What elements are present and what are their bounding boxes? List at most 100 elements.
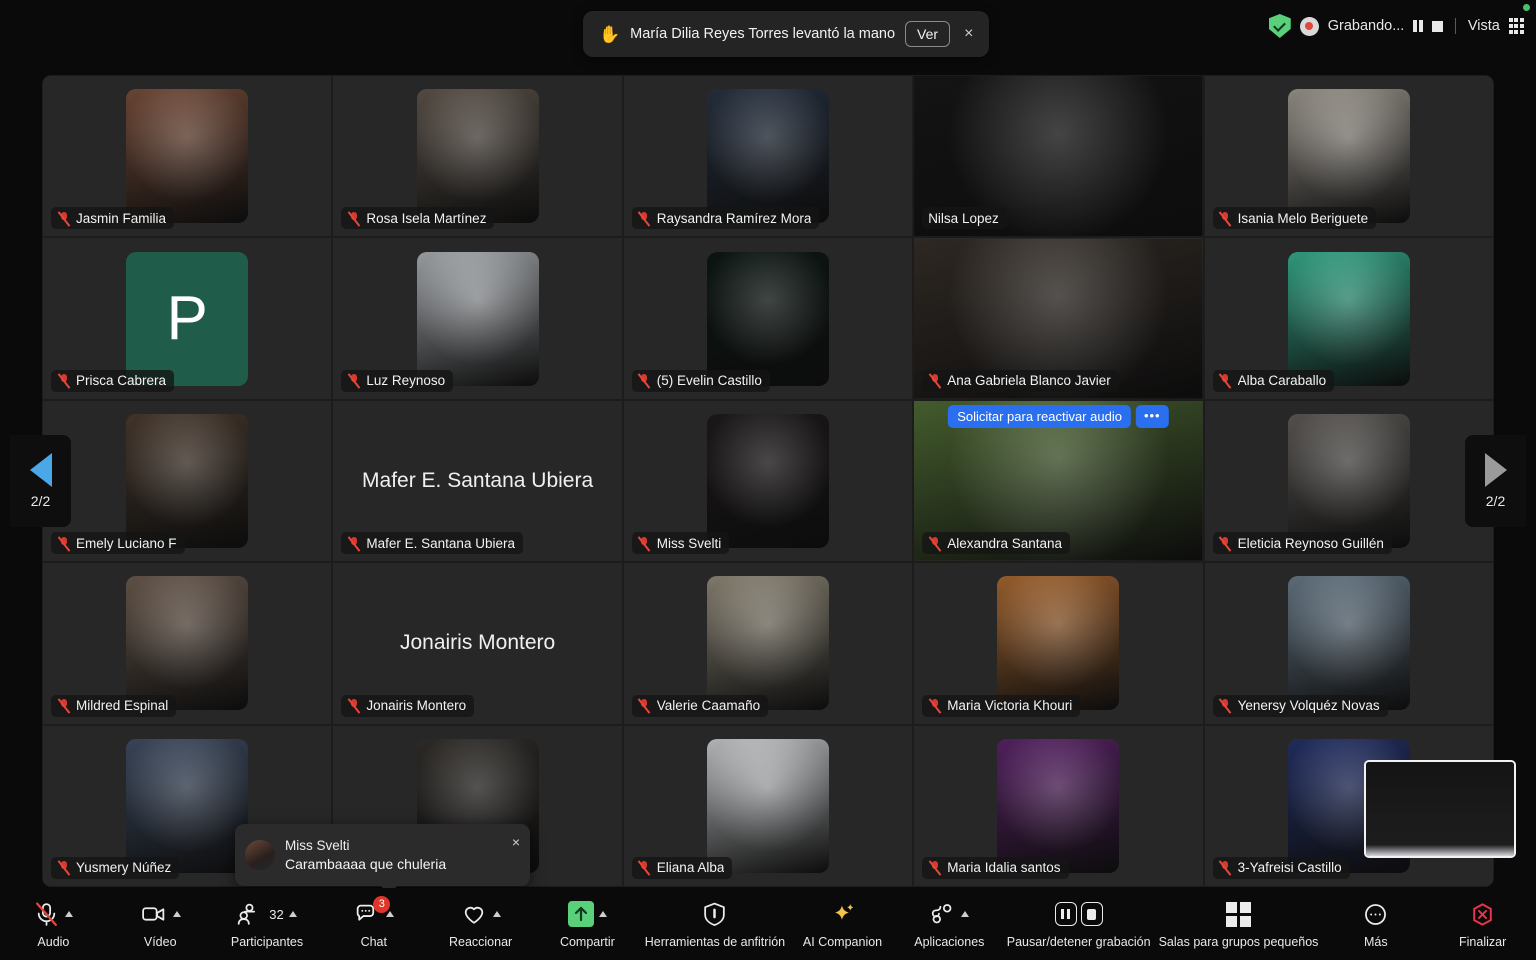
request-unmute-button[interactable]: Solicitar para reactivar audio <box>948 405 1131 428</box>
toolbar-button-video[interactable]: Vídeo <box>107 899 214 949</box>
shield-check-icon[interactable] <box>1269 14 1291 38</box>
view-menu-label[interactable]: Vista <box>1468 18 1500 34</box>
chevron-up-icon[interactable] <box>386 911 394 917</box>
participant-tile[interactable]: Alba Caraballo <box>1204 237 1494 399</box>
close-notification-icon[interactable]: × <box>960 26 977 42</box>
self-view-thumbnail[interactable] <box>1364 760 1516 858</box>
grid-view-icon[interactable] <box>1509 18 1524 33</box>
microphone-muted-icon <box>57 698 70 713</box>
toolbar-label: AI Companion <box>803 935 882 949</box>
toolbar-button-recording[interactable]: Pausar/detener grabación <box>1003 899 1155 949</box>
microphone-muted-icon <box>1219 536 1232 551</box>
participant-nametag: Jonairis Montero <box>341 695 474 717</box>
toolbar-button-participants[interactable]: 32Participantes <box>214 899 321 949</box>
participant-tile[interactable]: Eliana Alba <box>623 725 913 887</box>
participant-nametag: Alexandra Santana <box>922 532 1070 554</box>
participant-nametag: Raysandra Ramírez Mora <box>632 207 820 229</box>
participant-tile[interactable]: Isania Melo Beriguete <box>1204 75 1494 237</box>
toolbar-label: Herramientas de anfitrión <box>645 935 785 949</box>
participant-name: Prisca Cabrera <box>76 373 166 388</box>
chevron-up-icon[interactable] <box>173 911 181 917</box>
participant-tile[interactable]: Maria Idalia santos <box>913 725 1203 887</box>
participant-tile[interactable]: Mildred Espinal <box>42 562 332 724</box>
end-call-icon <box>1469 901 1496 928</box>
previous-page-button[interactable]: 2/2 <box>10 435 71 527</box>
participant-name: Miss Svelti <box>657 536 722 551</box>
participant-tile[interactable]: Solicitar para reactivar audio••• Alexand… <box>913 400 1203 562</box>
chat-author: Miss Svelti <box>285 838 446 853</box>
participant-tile[interactable]: Nilsa Lopez <box>913 75 1203 237</box>
chevron-up-icon[interactable] <box>493 911 501 917</box>
record-dot-icon <box>1300 17 1319 36</box>
pause-stop-icon <box>1055 902 1103 926</box>
microphone-muted-icon <box>33 901 60 928</box>
tile-more-options-icon[interactable]: ••• <box>1136 405 1169 428</box>
chat-icon: 3 <box>353 901 381 928</box>
participant-tile[interactable]: Luz Reynoso <box>332 237 622 399</box>
participant-tile[interactable]: Jasmin Familia <box>42 75 332 237</box>
participant-display-name-large: Jonairis Montero <box>333 631 621 655</box>
participant-nametag: Alba Caraballo <box>1213 370 1335 392</box>
participant-tile[interactable]: Yenersy Volquéz Novas <box>1204 562 1494 724</box>
participant-tile[interactable]: PPrisca Cabrera <box>42 237 332 399</box>
participant-nametag: Yenersy Volquéz Novas <box>1213 695 1388 717</box>
toolbar-button-end[interactable]: Finalizar <box>1429 899 1536 949</box>
participant-tile[interactable]: Jonairis Montero Jonairis Montero <box>332 562 622 724</box>
recording-status-cluster: Grabando... Vista <box>1269 11 1524 41</box>
participant-nametag: Ana Gabriela Blanco Javier <box>922 370 1119 392</box>
participant-avatar-image <box>707 252 829 386</box>
microphone-muted-icon <box>928 698 941 713</box>
toolbar-label: Participantes <box>231 935 303 949</box>
participant-avatar-image <box>997 576 1119 710</box>
toolbar-label: Chat <box>361 935 387 949</box>
chevron-up-icon[interactable] <box>961 911 969 917</box>
participant-tile[interactable]: Ana Gabriela Blanco Javier <box>913 237 1203 399</box>
participant-name: Jasmin Familia <box>76 211 166 226</box>
participant-tile[interactable]: (5) Evelin Castillo <box>623 237 913 399</box>
microphone-muted-icon <box>928 373 941 388</box>
participant-tile[interactable]: Valerie Caamaño <box>623 562 913 724</box>
participant-name: Eliana Alba <box>657 860 725 875</box>
participant-name: Maria Victoria Khouri <box>947 698 1072 713</box>
stop-recording-icon[interactable] <box>1432 21 1443 32</box>
toolbar-button-rooms[interactable]: Salas para grupos pequeños <box>1155 899 1323 949</box>
meeting-toolbar: AudioVídeo32Participantes 3 Chat Reaccionar… <box>0 888 1536 960</box>
participant-tile[interactable]: Miss Svelti <box>623 400 913 562</box>
view-raised-hand-button[interactable]: Ver <box>905 21 950 47</box>
participant-name: Ana Gabriela Blanco Javier <box>947 373 1111 388</box>
participant-tile[interactable]: Emely Luciano F <box>42 400 332 562</box>
toolbar-button-apps[interactable]: Aplicaciones <box>896 899 1003 949</box>
toolbar-button-share[interactable]: Compartir <box>534 899 641 949</box>
participant-tile[interactable]: Rosa Isela Martínez <box>332 75 622 237</box>
participant-nametag: Maria Idalia santos <box>922 857 1068 879</box>
toolbar-button-chat[interactable]: 3 Chat <box>320 899 427 949</box>
toolbar-button-more[interactable]: Más <box>1322 899 1429 949</box>
toolbar-button-audio[interactable]: Audio <box>0 899 107 949</box>
participant-name: Eleticia Reynoso Guillén <box>1238 536 1384 551</box>
toolbar-button-ai[interactable]: AI Companion <box>789 899 896 949</box>
chevron-up-icon[interactable] <box>599 911 607 917</box>
participant-avatar-image <box>417 89 539 223</box>
participant-name: Alexandra Santana <box>947 536 1062 551</box>
participant-tile[interactable]: Eleticia Reynoso Guillén <box>1204 400 1494 562</box>
chevron-up-icon[interactable] <box>289 911 297 917</box>
microphone-muted-icon <box>638 211 651 226</box>
participant-tile[interactable]: Maria Victoria Khouri <box>913 562 1203 724</box>
participant-nametag: Valerie Caamaño <box>632 695 768 717</box>
participants-icon <box>237 901 264 928</box>
participant-name: Emely Luciano F <box>76 536 177 551</box>
chevron-up-icon[interactable] <box>65 911 73 917</box>
participant-tile[interactable]: Raysandra Ramírez Mora <box>623 75 913 237</box>
toolbar-button-react[interactable]: Reaccionar <box>427 899 534 949</box>
recording-status-label: Grabando... <box>1328 18 1405 34</box>
pause-recording-icon[interactable] <box>1413 20 1423 32</box>
toolbar-button-host-tools[interactable]: Herramientas de anfitrión <box>641 899 789 949</box>
participant-tile[interactable]: Mafer E. Santana UbieraMafer E. Santana … <box>332 400 622 562</box>
participant-nametag: Maria Victoria Khouri <box>922 695 1080 717</box>
participant-nametag: Eliana Alba <box>632 857 733 879</box>
participant-name: Jonairis Montero <box>366 698 466 713</box>
close-chat-popup-icon[interactable]: × <box>512 834 520 850</box>
participant-nametag: Emely Luciano F <box>51 532 185 554</box>
next-page-button[interactable]: 2/2 <box>1465 435 1526 527</box>
toolbar-label: Pausar/detener grabación <box>1007 935 1151 949</box>
